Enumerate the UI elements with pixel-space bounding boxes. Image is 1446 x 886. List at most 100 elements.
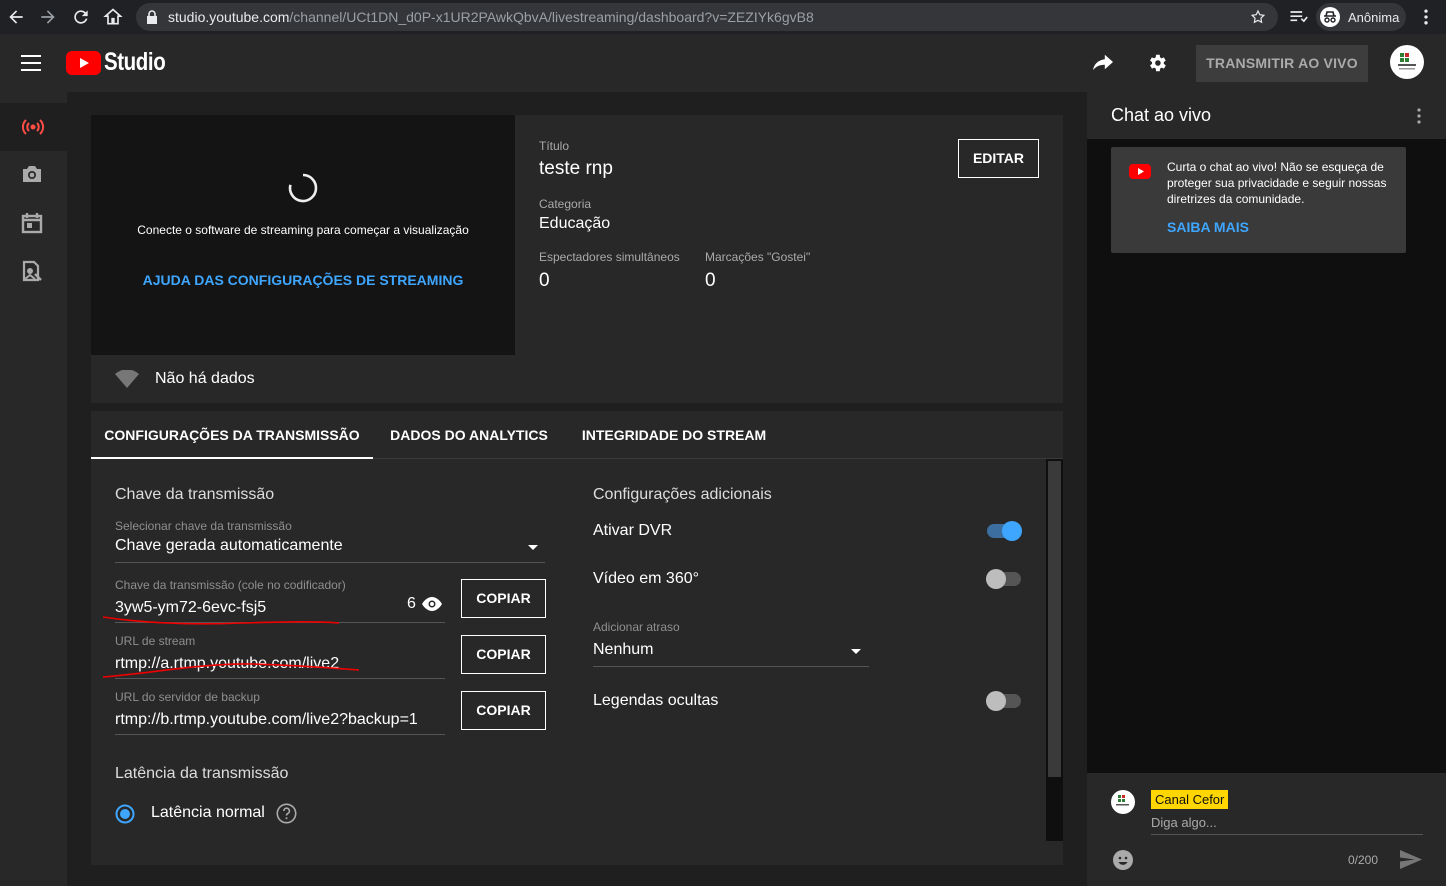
red-annotation-mark <box>102 663 360 678</box>
url-host: studio.youtube.com <box>168 9 290 25</box>
nav-live-stream[interactable] <box>0 103 67 151</box>
gear-icon[interactable] <box>1146 52 1168 74</box>
captions-toggle[interactable] <box>986 691 1022 711</box>
tab-stream-settings[interactable]: CONFIGURAÇÕES DA TRANSMISSÃO <box>91 411 373 459</box>
title-label: Título <box>539 139 570 153</box>
dvr-label: Ativar DVR <box>593 522 673 539</box>
backup-underline <box>115 734 445 735</box>
copy-backup-button[interactable]: COPIAR <box>461 691 546 730</box>
nav-scheduled[interactable] <box>0 199 67 247</box>
latency-section-title: Latência da transmissão <box>115 765 289 782</box>
left-navigation <box>0 92 67 886</box>
delay-label: Adicionar atraso <box>593 620 680 634</box>
delay-underline <box>593 666 869 667</box>
video-360-toggle[interactable] <box>986 569 1022 589</box>
nav-manage[interactable] <box>0 247 67 295</box>
copy-key-button[interactable]: COPIAR <box>461 579 546 618</box>
help-icon[interactable] <box>276 803 297 824</box>
browser-menu-icon[interactable] <box>1416 7 1436 27</box>
stream-settings-panel: CONFIGURAÇÕES DA TRANSMISSÃO DADOS DO AN… <box>91 411 1063 865</box>
studio-header: Studio TRANSMITIR AO VIVO <box>0 34 1446 92</box>
star-icon[interactable] <box>1250 9 1266 25</box>
studio-brand-text[interactable]: Studio <box>104 48 166 77</box>
chat-title: Chat ao vivo <box>1111 105 1212 125</box>
tab-stream-health[interactable]: INTEGRIDADE DO STREAM <box>573 411 775 459</box>
back-icon[interactable] <box>6 7 26 27</box>
nav-webcam[interactable] <box>0 151 67 199</box>
emoji-icon[interactable] <box>1113 850 1133 870</box>
streaming-help-link[interactable]: AJUDA DAS CONFIGURAÇÕES DE STREAMING <box>91 272 515 288</box>
youtube-logo-icon <box>1129 164 1151 179</box>
account-avatar[interactable] <box>1390 45 1424 79</box>
settings-tabs: CONFIGURAÇÕES DA TRANSMISSÃO DADOS DO AN… <box>91 411 1063 459</box>
channel-logo-icon <box>1398 53 1416 70</box>
send-icon[interactable] <box>1400 850 1422 869</box>
stream-key-section-title: Chave da transmissão <box>115 486 275 503</box>
channel-logo-icon <box>1116 795 1129 806</box>
reading-list-icon[interactable] <box>1288 7 1308 27</box>
go-live-button[interactable]: TRANSMITIR AO VIVO <box>1196 45 1368 82</box>
stream-category: Educação <box>539 215 611 232</box>
preview-message: Conecte o software de streaming para com… <box>137 223 469 237</box>
forward-icon[interactable] <box>38 7 58 27</box>
wifi-icon <box>115 370 139 388</box>
likes-count: 0 <box>705 270 716 291</box>
chat-avatar <box>1111 790 1135 814</box>
incognito-profile-button[interactable]: Anônima <box>1316 3 1406 31</box>
stream-health-bar: Não há dados <box>91 355 1063 403</box>
stream-key-suffix: 6 <box>407 595 416 612</box>
youtube-logo-icon[interactable] <box>66 51 101 75</box>
hamburger-menu-icon[interactable] <box>20 54 42 72</box>
likes-label: Marcações "Gostei" <box>705 250 811 264</box>
dvr-toggle[interactable] <box>986 521 1022 541</box>
scrollbar-thumb[interactable] <box>1048 461 1061 777</box>
chat-message-input[interactable]: Diga algo... <box>1151 815 1423 835</box>
chat-notice-text: Curta o chat ao vivo! Não se esqueça de … <box>1167 160 1387 206</box>
stream-title: teste rnp <box>539 158 613 179</box>
latency-normal-label: Latência normal <box>151 804 265 821</box>
video-360-label: Vídeo em 360° <box>593 570 700 587</box>
category-label: Categoria <box>539 197 592 211</box>
profile-label: Anônima <box>1348 10 1400 25</box>
calendar-icon <box>21 213 43 234</box>
settings-scrollbar[interactable] <box>1046 459 1063 841</box>
select-key-value: Chave gerada automaticamente <box>115 537 343 554</box>
edit-button[interactable]: EDITAR <box>958 139 1039 178</box>
no-data-text: Não há dados <box>155 370 255 387</box>
tab-analytics[interactable]: DADOS DO ANALYTICS <box>381 411 557 459</box>
red-annotation-mark <box>102 616 340 625</box>
reload-icon[interactable] <box>71 7 91 27</box>
incognito-icon <box>1320 7 1340 27</box>
chat-input-area: Canal Cefor Diga algo... 0/200 <box>1087 773 1446 886</box>
address-bar[interactable]: studio.youtube.com/channel/UCt1DN_d0P-x1… <box>136 3 1278 31</box>
loading-spinner-icon <box>288 173 318 203</box>
dropdown-arrow-icon <box>528 545 538 550</box>
learn-more-link[interactable]: SAIBA MAIS <box>1167 219 1249 235</box>
dropdown-arrow-icon <box>851 649 861 654</box>
select-underline <box>115 562 545 563</box>
captions-label: Legendas ocultas <box>593 692 719 709</box>
channel-name-badge: Canal Cefor <box>1151 790 1229 809</box>
select-key-label: Selecionar chave da transmissão <box>115 519 292 533</box>
share-arrow-icon[interactable] <box>1092 52 1114 72</box>
radio-selected-icon[interactable] <box>115 804 135 824</box>
eye-icon[interactable] <box>422 597 442 611</box>
key-label: Chave da transmissão (cole no codificado… <box>115 578 346 592</box>
copy-url-button[interactable]: COPIAR <box>461 635 546 674</box>
delay-value: Nenhum <box>593 641 654 658</box>
url-text: studio.youtube.com/channel/UCt1DN_d0P-x1… <box>168 9 814 25</box>
lock-icon <box>147 10 157 24</box>
backup-url-label: URL do servidor de backup <box>115 690 260 704</box>
chat-welcome-notice: Curta o chat ao vivo! Não se esqueça de … <box>1111 147 1406 253</box>
main-dashboard: Conecte o software de streaming para com… <box>67 92 1087 886</box>
additional-settings-title: Configurações adicionais <box>593 486 772 503</box>
more-options-icon[interactable] <box>1416 108 1422 124</box>
stream-preview: Conecte o software de streaming para com… <box>91 115 515 355</box>
viewers-label: Espectadores simultâneos <box>539 250 680 264</box>
url-label: URL de stream <box>115 634 196 648</box>
live-chat-panel: Chat ao vivo Curta o chat ao vivo! Não s… <box>1087 92 1446 886</box>
viewers-count: 0 <box>539 270 550 291</box>
backup-url-value: rtmp://b.rtmp.youtube.com/live2?backup=1 <box>115 711 418 728</box>
home-icon[interactable] <box>103 7 123 27</box>
chat-header: Chat ao vivo <box>1087 92 1446 139</box>
